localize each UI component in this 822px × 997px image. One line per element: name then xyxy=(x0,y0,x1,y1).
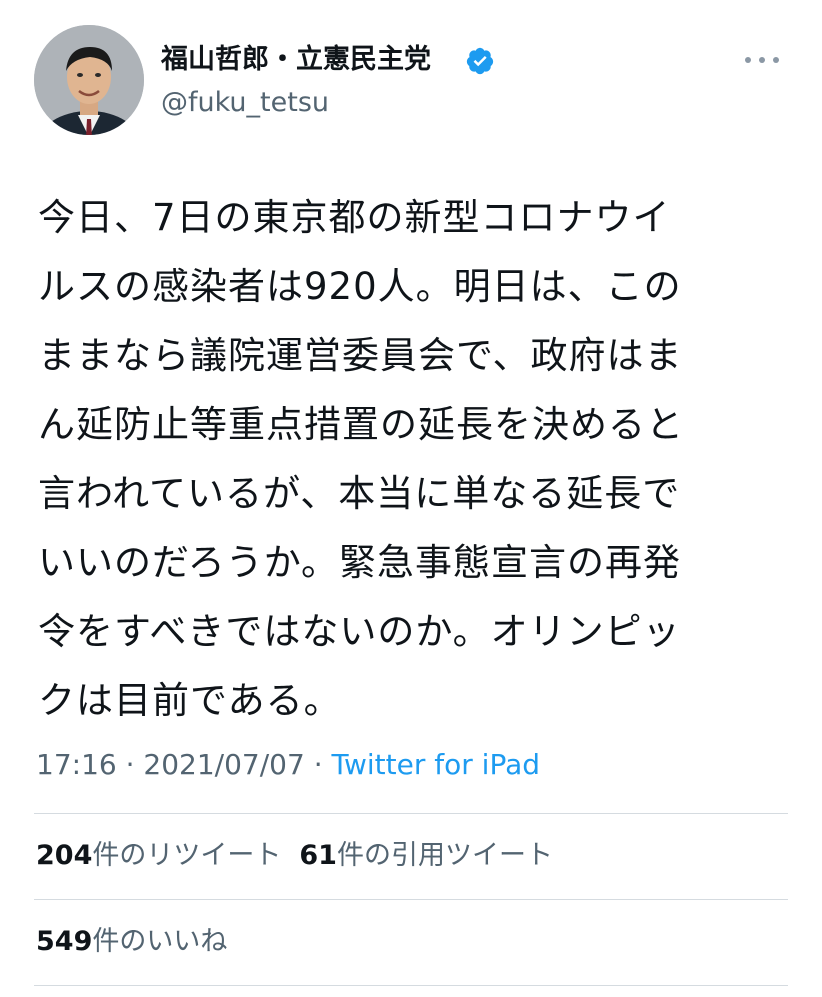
verified-badge-icon xyxy=(466,47,494,75)
more-dot xyxy=(773,57,779,63)
likes-row: 549件のいいね xyxy=(36,924,227,960)
likes-count: 549 xyxy=(36,926,93,957)
retweets-count: 204 xyxy=(36,840,93,871)
quotes-count: 61 xyxy=(299,840,337,871)
avatar[interactable] xyxy=(34,25,144,135)
user-handle[interactable]: @fuku_tetsu xyxy=(161,86,329,120)
profile-photo xyxy=(34,25,144,135)
engagement-stats-row: 204件のリツイート 61件の引用ツイート xyxy=(36,838,553,874)
tweet-time[interactable]: 17:16 xyxy=(36,748,117,781)
more-dot xyxy=(759,57,765,63)
tweet-header: 福山哲郎・立憲民主党 @fuku_tetsu xyxy=(0,0,822,150)
more-options-icon[interactable] xyxy=(745,50,779,70)
retweets-stat[interactable]: 204件のリツイート xyxy=(36,840,281,871)
display-name[interactable]: 福山哲郎・立憲民主党 xyxy=(161,42,431,78)
likes-label: 件のいいね xyxy=(92,926,228,957)
meta-separator: · xyxy=(125,748,135,781)
quotes-stat[interactable]: 61件の引用ツイート xyxy=(299,840,553,871)
retweets-label: 件のリツイート xyxy=(92,840,282,871)
quotes-label: 件の引用ツイート xyxy=(336,840,553,871)
tweet-meta: 17:16 · 2021/07/07 · Twitter for iPad xyxy=(36,747,540,783)
more-dot xyxy=(745,57,751,63)
likes-stat[interactable]: 549件のいいね xyxy=(36,926,227,957)
divider xyxy=(34,985,788,986)
divider xyxy=(34,899,788,900)
divider xyxy=(34,813,788,814)
meta-separator: · xyxy=(313,748,323,781)
tweet-source-link[interactable]: Twitter for iPad xyxy=(332,748,540,781)
tweet-date[interactable]: 2021/07/07 xyxy=(143,748,304,781)
tweet-text: 今日、7日の東京都の新型コロナウイ ルスの感染者は920人。明日は、この ままな… xyxy=(38,196,684,722)
